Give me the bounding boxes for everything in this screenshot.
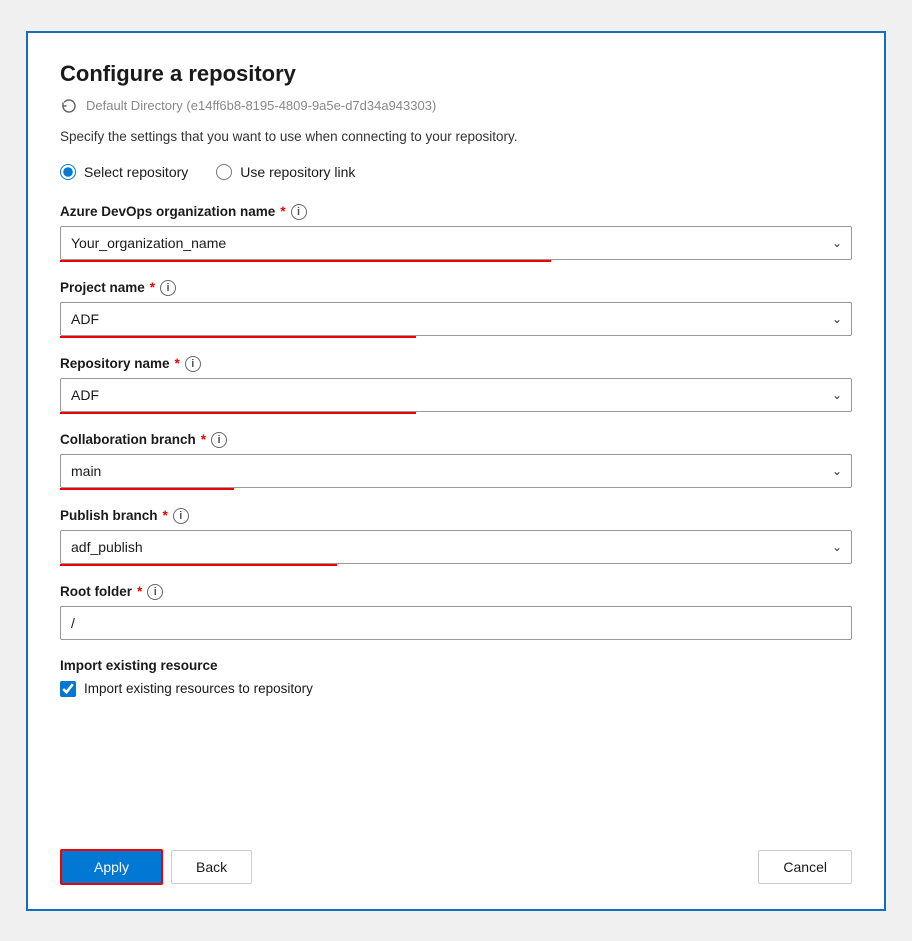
repo-name-info-icon[interactable]: i: [185, 356, 201, 372]
org-name-field-group: Azure DevOps organization name * i Your_…: [60, 204, 852, 262]
org-name-info-icon[interactable]: i: [291, 204, 307, 220]
org-name-select[interactable]: Your_organization_name: [60, 226, 852, 260]
project-name-select[interactable]: ADF: [60, 302, 852, 336]
directory-text: Default Directory (e14ff6b8-8195-4809-9a…: [86, 98, 436, 113]
import-section-title: Import existing resource: [60, 658, 852, 673]
repo-name-select[interactable]: ADF: [60, 378, 852, 412]
collab-branch-select-wrapper: main ⌄: [60, 454, 852, 488]
dialog-footer: Apply Back Cancel: [60, 841, 852, 885]
project-name-label: Project name * i: [60, 280, 852, 296]
project-name-underline: [60, 336, 416, 338]
import-section: Import existing resource Import existing…: [60, 658, 852, 697]
publish-branch-underline: [60, 564, 337, 566]
directory-row: Default Directory (e14ff6b8-8195-4809-9a…: [60, 97, 852, 115]
back-button[interactable]: Back: [171, 850, 252, 884]
publish-branch-required: *: [163, 508, 168, 523]
org-name-required: *: [280, 204, 285, 219]
publish-branch-select[interactable]: adf_publish: [60, 530, 852, 564]
collab-branch-info-icon[interactable]: i: [211, 432, 227, 448]
radio-use-link[interactable]: Use repository link: [216, 164, 355, 180]
publish-branch-select-wrapper: adf_publish ⌄: [60, 530, 852, 564]
root-folder-field-group: Root folder * i: [60, 584, 852, 640]
import-checkbox-row: Import existing resources to repository: [60, 681, 852, 697]
radio-select-repository[interactable]: Select repository: [60, 164, 188, 180]
dialog-title: Configure a repository: [60, 61, 852, 87]
repo-name-required: *: [175, 356, 180, 371]
cancel-button[interactable]: Cancel: [758, 850, 852, 884]
radio-select-input[interactable]: [60, 164, 76, 180]
description-text: Specify the settings that you want to us…: [60, 129, 852, 144]
root-folder-label: Root folder * i: [60, 584, 852, 600]
publish-branch-field-group: Publish branch * i adf_publish ⌄: [60, 508, 852, 566]
collab-branch-field-group: Collaboration branch * i main ⌄: [60, 432, 852, 490]
radio-link-label: Use repository link: [240, 164, 355, 180]
org-name-label: Azure DevOps organization name * i: [60, 204, 852, 220]
repo-name-select-wrapper: ADF ⌄: [60, 378, 852, 412]
org-name-underline: [60, 260, 551, 262]
repo-name-label: Repository name * i: [60, 356, 852, 372]
publish-branch-label: Publish branch * i: [60, 508, 852, 524]
collab-branch-required: *: [201, 432, 206, 447]
collab-branch-select[interactable]: main: [60, 454, 852, 488]
project-name-info-icon[interactable]: i: [160, 280, 176, 296]
import-checkbox-label: Import existing resources to repository: [84, 681, 313, 696]
project-name-field-group: Project name * i ADF ⌄: [60, 280, 852, 338]
project-name-select-wrapper: ADF ⌄: [60, 302, 852, 336]
root-folder-required: *: [137, 584, 142, 599]
import-checkbox[interactable]: [60, 681, 76, 697]
collab-branch-underline: [60, 488, 234, 490]
directory-icon: [60, 97, 78, 115]
radio-link-input[interactable]: [216, 164, 232, 180]
repo-name-underline: [60, 412, 416, 414]
project-name-required: *: [150, 280, 155, 295]
collab-branch-label: Collaboration branch * i: [60, 432, 852, 448]
configure-repository-dialog: Configure a repository Default Directory…: [26, 31, 886, 911]
org-name-select-wrapper: Your_organization_name ⌄: [60, 226, 852, 260]
apply-button[interactable]: Apply: [60, 849, 163, 885]
repo-name-field-group: Repository name * i ADF ⌄: [60, 356, 852, 414]
publish-branch-info-icon[interactable]: i: [173, 508, 189, 524]
radio-group: Select repository Use repository link: [60, 164, 852, 180]
radio-select-label: Select repository: [84, 164, 188, 180]
root-folder-info-icon[interactable]: i: [147, 584, 163, 600]
root-folder-input[interactable]: [60, 606, 852, 640]
